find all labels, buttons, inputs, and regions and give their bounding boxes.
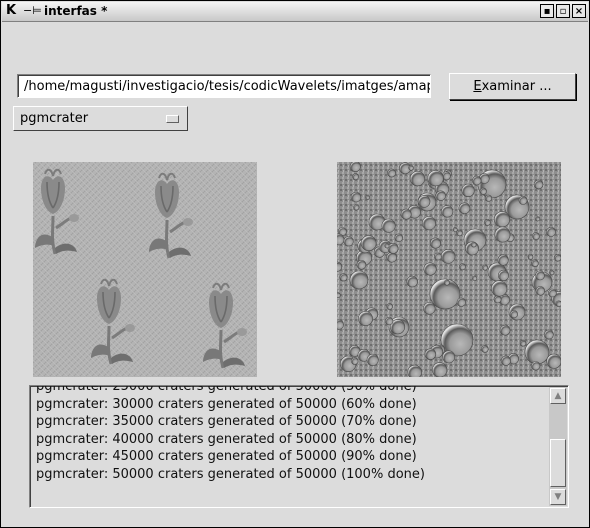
scroll-thumb[interactable] [550, 439, 566, 487]
generator-select[interactable]: pgmcrater [13, 106, 188, 131]
browse-mnemonic: E [473, 79, 482, 94]
log-line: pgmcrater: 25000 craters generated of 50… [36, 385, 417, 394]
down-arrow-icon: ▼ [554, 492, 562, 502]
pin-icon[interactable]: −⊨ [23, 4, 42, 18]
maximize-button[interactable]: ▫ [556, 4, 570, 18]
generator-selected: pgmcrater [20, 111, 89, 126]
maximize-icon: ▫ [559, 6, 567, 17]
log-lines: pgmcrater: 25000 craters generated of 50… [36, 385, 546, 483]
up-arrow-icon: ▲ [554, 391, 562, 401]
log-line: pgmcrater: 45000 craters generated of 50… [36, 449, 417, 464]
vertical-scrollbar[interactable]: ▲ ▼ [549, 387, 567, 506]
close-button[interactable]: × [572, 4, 586, 18]
log-line: pgmcrater: 50000 craters generated of 50… [36, 466, 425, 482]
app-icon[interactable]: K [6, 4, 20, 18]
file-path-field[interactable]: /home/magusti/investigacio/tesis/codicWa… [17, 74, 431, 98]
scroll-down-button[interactable]: ▼ [550, 489, 566, 505]
log-line: pgmcrater: 35000 craters generated of 50… [36, 414, 417, 429]
log-output[interactable]: pgmcrater: 25000 craters generated of 50… [29, 385, 569, 508]
scroll-up-button[interactable]: ▲ [550, 388, 566, 404]
minimize-icon: ▪ [543, 6, 551, 17]
crater-image [337, 162, 561, 377]
log-line: pgmcrater: 40000 craters generated of 50… [36, 431, 417, 447]
window-title: interfas * [44, 4, 108, 18]
close-icon: × [574, 6, 584, 17]
dropdown-icon [166, 115, 179, 123]
minimize-button[interactable]: ▪ [540, 4, 554, 18]
file-path-value: /home/magusti/investigacio/tesis/codicWa… [24, 79, 431, 94]
browse-label: xaminar ... [481, 79, 552, 94]
tulip-pattern-image [33, 162, 257, 377]
browse-button[interactable]: Examinar ... [449, 73, 576, 100]
title-bar[interactable]: K −⊨ interfas * ▪ ▫ × [2, 2, 588, 22]
log-line: pgmcrater: 30000 craters generated of 50… [36, 396, 417, 412]
app-window: K −⊨ interfas * ▪ ▫ × /home/magusti/inve… [0, 0, 590, 528]
